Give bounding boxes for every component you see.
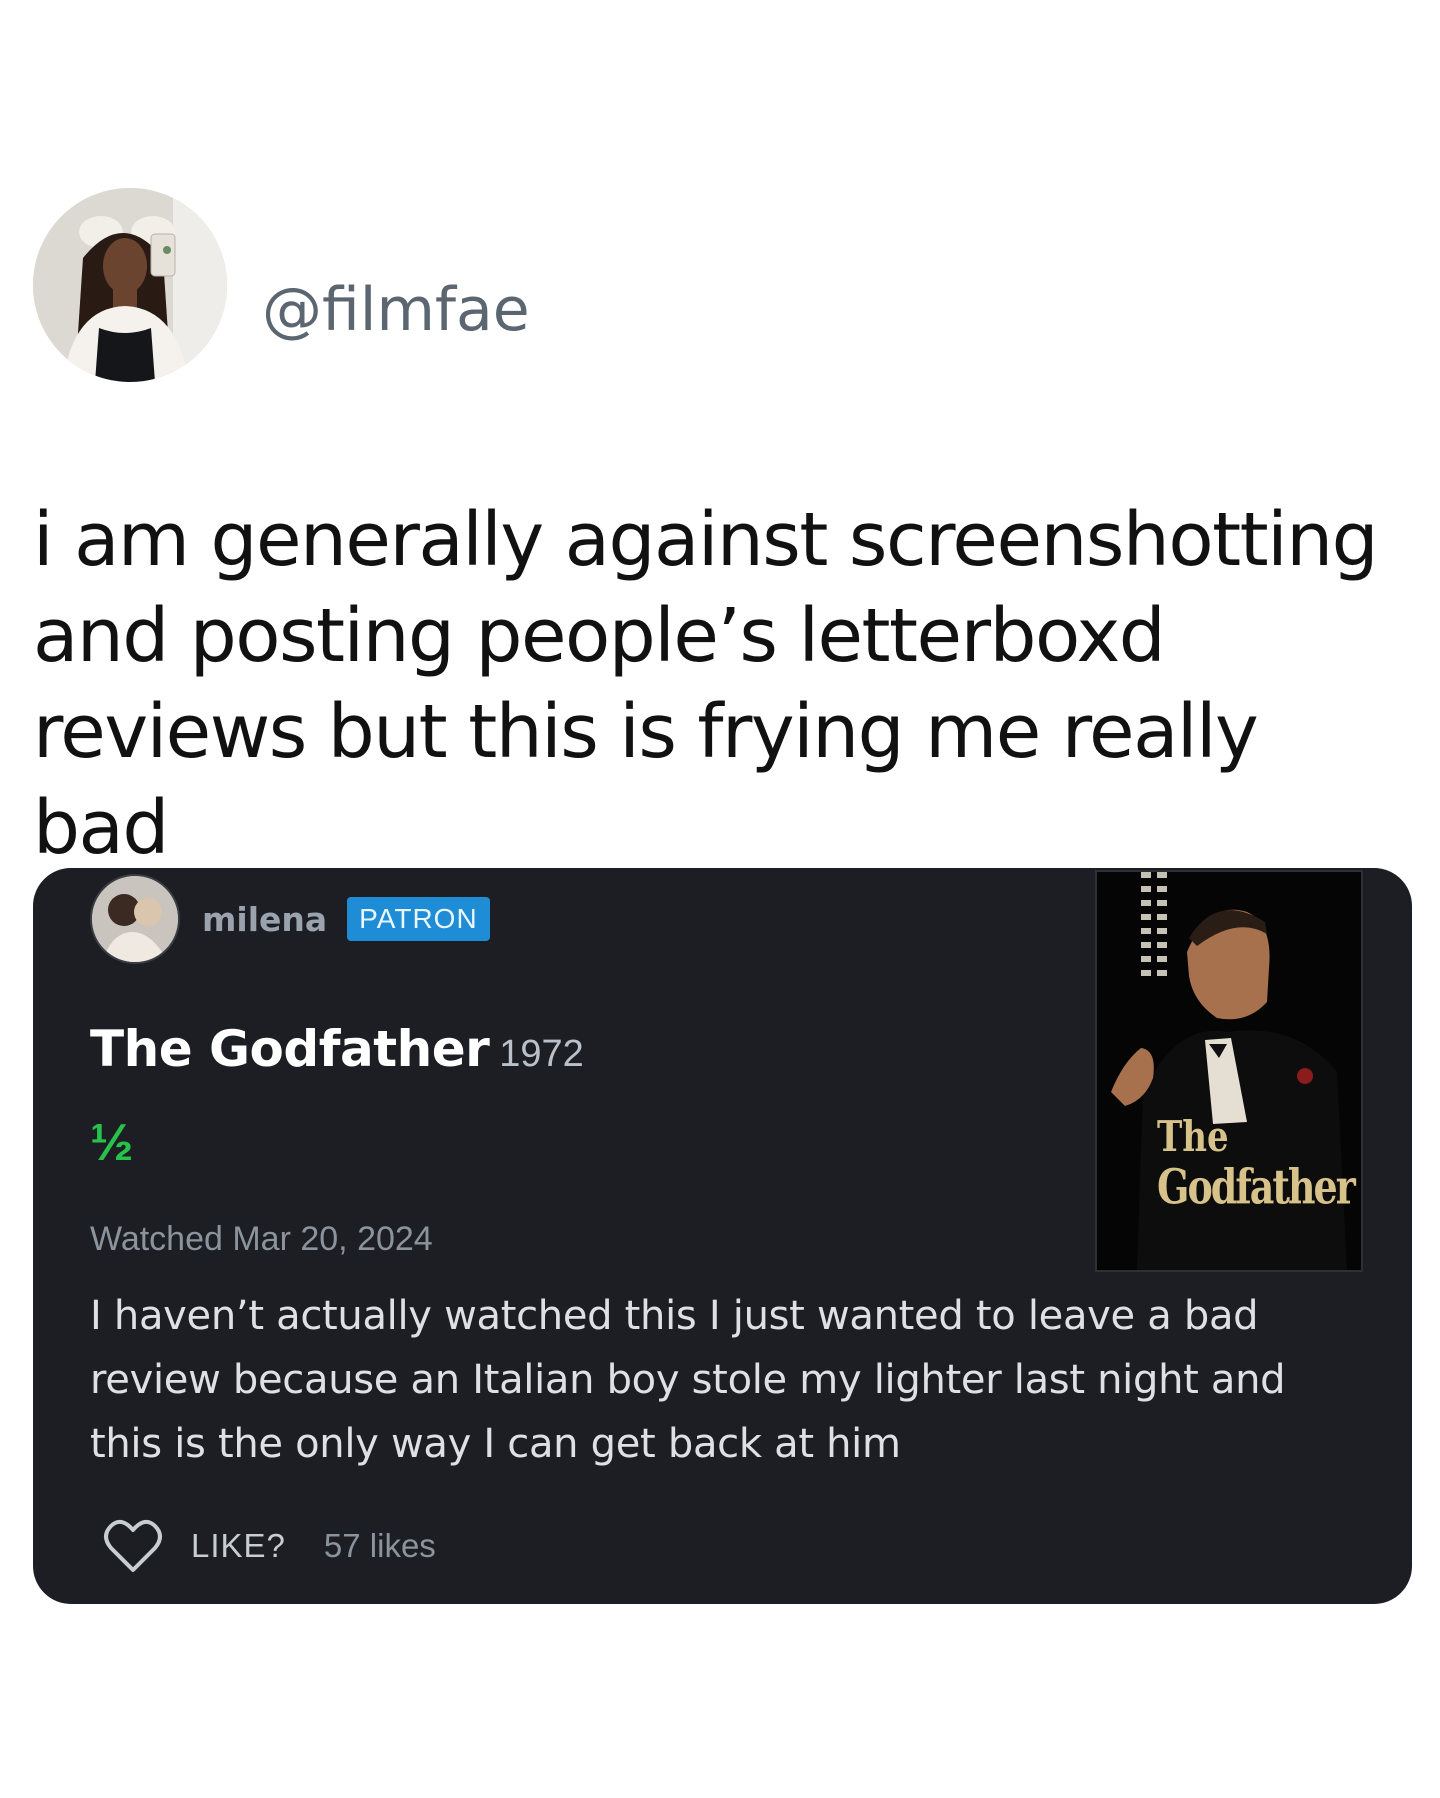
poster-title-line2: Godfather bbox=[1157, 1158, 1356, 1215]
avatar[interactable] bbox=[33, 188, 227, 382]
heart-icon[interactable] bbox=[103, 1518, 163, 1574]
film-title-row: The Godfather 1972 bbox=[90, 1020, 584, 1078]
letterboxd-review-card: milena PATRON The Godfather 1972 ½ Watch… bbox=[33, 868, 1412, 1604]
tweet-header: @filmfae bbox=[33, 188, 530, 382]
tweet-text: i am generally against screenshotting an… bbox=[33, 497, 1379, 871]
star-rating: ½ bbox=[90, 1114, 134, 1172]
patron-badge: PATRON bbox=[347, 897, 490, 941]
film-title[interactable]: The Godfather bbox=[90, 1020, 490, 1078]
likes-count[interactable]: 57 likes bbox=[324, 1527, 436, 1565]
review-text: I haven’t actually watched this I just w… bbox=[90, 1293, 1286, 1467]
film-year[interactable]: 1972 bbox=[499, 1033, 584, 1076]
reviewer-username[interactable]: milena bbox=[202, 900, 327, 939]
poster-title-line1: The bbox=[1157, 1112, 1229, 1162]
reviewer-avatar[interactable] bbox=[90, 874, 180, 964]
film-poster[interactable]: The Godfather bbox=[1095, 870, 1363, 1272]
review-actions: LIKE? 57 likes bbox=[103, 1518, 436, 1574]
poster-title: The Godfather bbox=[1157, 1112, 1357, 1212]
reviewer-row: milena PATRON bbox=[90, 874, 490, 964]
watched-date: Watched Mar 20, 2024 bbox=[90, 1220, 433, 1258]
like-button[interactable]: LIKE? bbox=[191, 1527, 286, 1565]
tweet-handle[interactable]: @filmfae bbox=[262, 275, 530, 345]
